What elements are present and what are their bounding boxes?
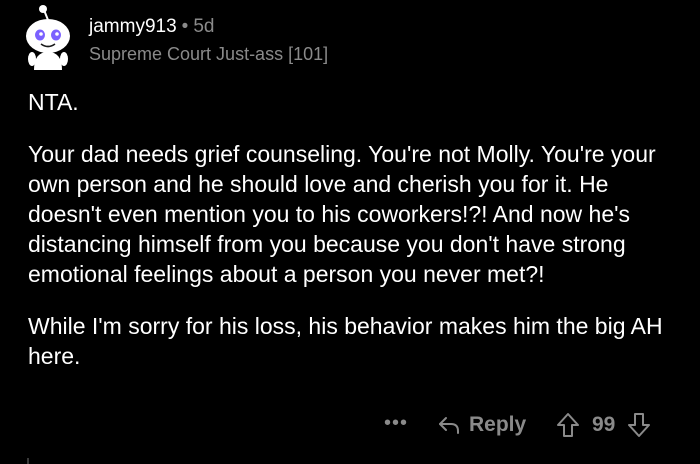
user-flair: Supreme Court Just-ass [101] — [89, 44, 329, 64]
upvote-arrow-icon[interactable] — [556, 412, 580, 438]
comment-body: NTA. Your dad needs grief counseling. Yo… — [28, 87, 688, 371]
comment-header: jammy913 • 5d Supreme Court Just-ass [101] — [89, 15, 328, 65]
reply-button[interactable]: Reply — [437, 413, 526, 437]
thread-line — [27, 458, 29, 464]
comment-actions: ••• Reply 99 — [0, 410, 700, 444]
comment-paragraph: Your dad needs grief counseling. You're … — [28, 141, 656, 287]
comment-age: 5d — [193, 16, 215, 37]
reply-arrow-icon — [439, 417, 459, 434]
reply-label: Reply — [469, 413, 527, 436]
vote-count: 99 — [592, 413, 616, 436]
vote-controls: 99 — [556, 412, 651, 438]
author-line: jammy913 • 5d — [89, 15, 328, 39]
comment-paragraph: While I'm sorry for his loss, his behavi… — [28, 313, 663, 369]
meta-separator: • — [181, 16, 189, 37]
downvote-arrow-icon[interactable] — [627, 412, 651, 438]
more-options-icon[interactable]: ••• — [384, 412, 408, 435]
comment: jammy913 • 5d Supreme Court Just-ass [101]… — [0, 0, 700, 464]
author-username[interactable]: jammy913 — [89, 16, 177, 37]
snoo-avatar-icon[interactable] — [20, 4, 76, 72]
comment-paragraph: NTA. — [28, 89, 79, 115]
